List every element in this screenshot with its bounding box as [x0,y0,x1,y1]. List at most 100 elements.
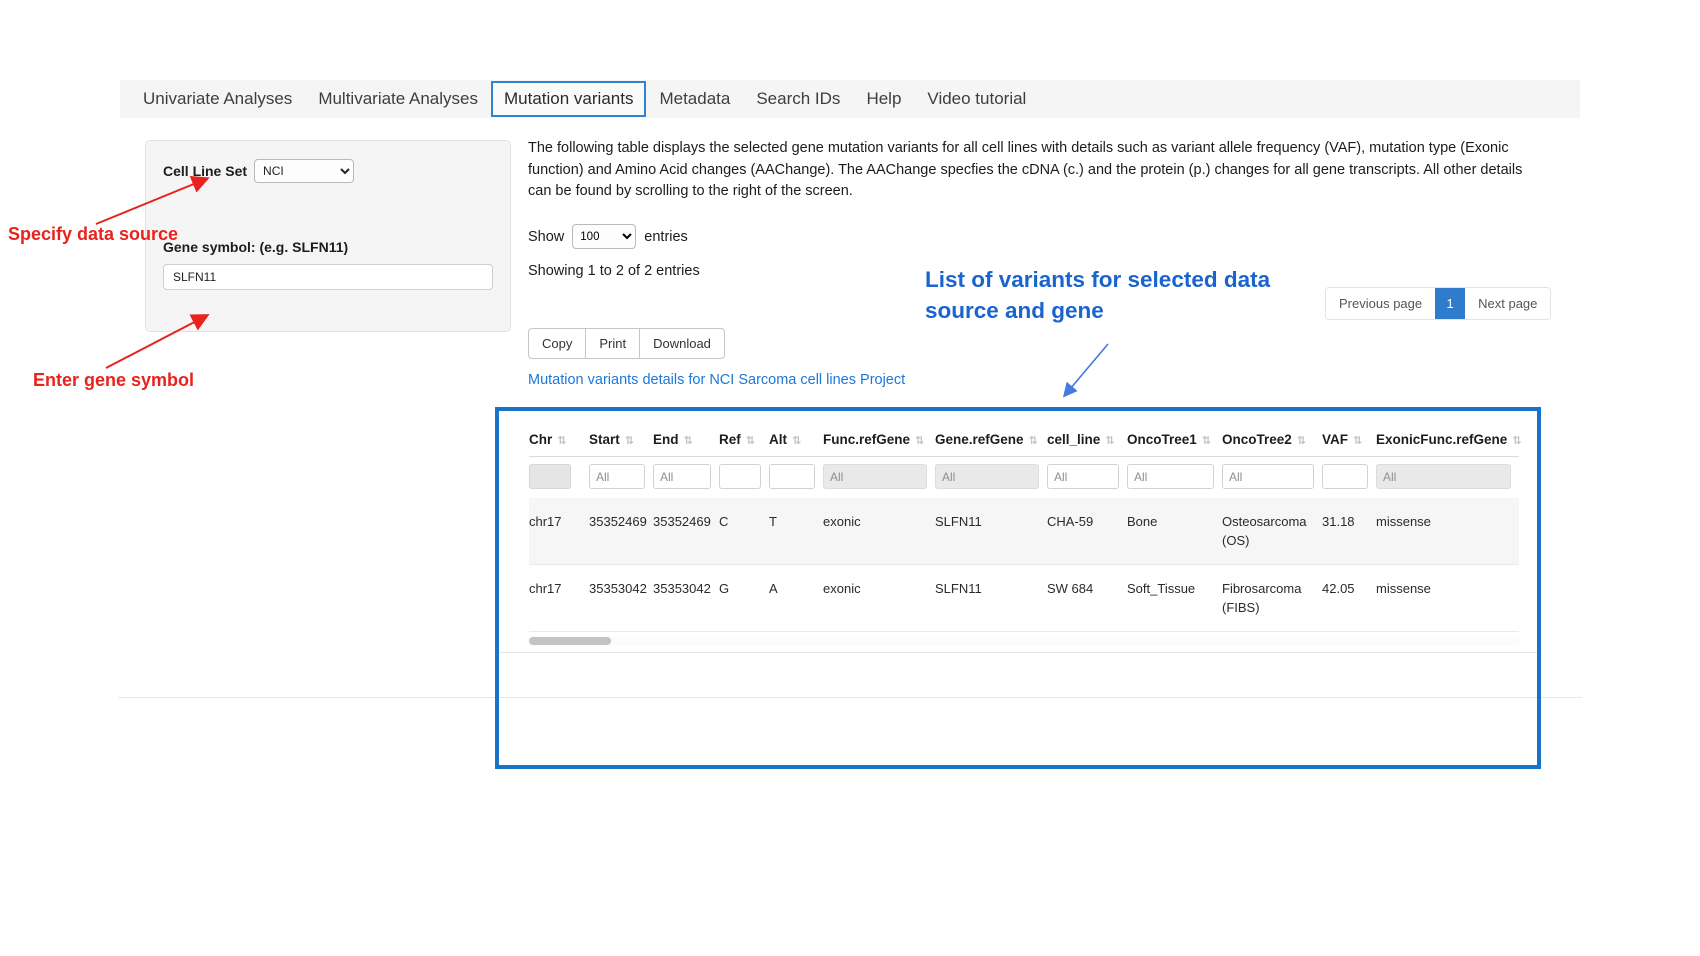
filter-vaf[interactable] [1322,464,1368,489]
tab-mutation-variants[interactable]: Mutation variants [491,81,646,117]
table-row[interactable]: chr173535246935352469CTexonicSLFN11CHA-5… [529,498,1519,565]
previous-page-button[interactable]: Previous page [1326,288,1435,319]
tab-search-ids[interactable]: Search IDs [743,81,853,117]
col-header-ref[interactable]: Ref⇅ [719,423,769,457]
filter-end[interactable] [653,464,711,489]
filter-gene-refgene[interactable] [935,464,1039,489]
cell-end: 35352469 [653,498,719,565]
sort-icon: ⇅ [1029,435,1038,447]
gene-symbol-input[interactable] [163,264,493,290]
sort-icon: ⇅ [625,435,634,447]
cell-ref: G [719,565,769,632]
col-header-start[interactable]: Start ⇅ [589,423,653,457]
cell-oncotree1: Soft_Tissue [1127,565,1222,632]
cell-exonicfunc-refgene: missense [1376,498,1519,565]
entries-label: entries [644,229,688,245]
cell-line-set-select[interactable]: NCI [254,159,354,183]
next-page-button[interactable]: Next page [1465,288,1550,319]
col-label: End [653,432,679,447]
col-label: ExonicFunc.refGene [1376,432,1507,447]
tab-univariate-analyses[interactable]: Univariate Analyses [130,81,305,117]
table-row[interactable]: chr173535304235353042GAexonicSLFN11SW 68… [529,565,1519,632]
cell-alt: T [769,498,823,565]
sort-icon: ⇅ [1353,435,1362,447]
filter-cell [1127,457,1222,499]
copy-button[interactable]: Copy [528,328,586,359]
col-label: Alt [769,432,787,447]
filter-cell [529,457,589,499]
filter-cell [935,457,1047,499]
col-label: Gene.refGene [935,432,1024,447]
col-label: OncoTree1 [1127,432,1197,447]
sort-icon: ⇅ [684,435,693,447]
filter-cell [1047,457,1127,499]
page: Univariate AnalysesMultivariate Analyses… [0,0,1700,956]
sort-icon: ⇅ [1105,435,1114,447]
print-button[interactable]: Print [585,328,640,359]
col-header-func-refgene[interactable]: Func.refGene ⇅ [823,423,935,457]
cell-func-refgene: exonic [823,498,935,565]
filter-oncotree1[interactable] [1127,464,1214,489]
cell-cell-line: CHA-59 [1047,498,1127,565]
cell-cell-line: SW 684 [1047,565,1127,632]
col-header-oncotree1[interactable]: OncoTree1⇅ [1127,423,1222,457]
filter-cell [823,457,935,499]
top-nav: Univariate AnalysesMultivariate Analyses… [120,80,1580,118]
table-title: Mutation variants details for NCI Sarcom… [528,372,905,388]
variants-table-container: Chr⇅Start⇅End⇅Ref⇅Alt⇅Func.refGene⇅Gene.… [495,407,1541,769]
col-label: cell_line [1047,432,1100,447]
filter-cell [719,457,769,499]
col-header-exonicfunc-refgene[interactable]: ExonicFunc.refGene⇅ [1376,423,1519,457]
filter-oncotree2[interactable] [1222,464,1314,489]
filter-cell [769,457,823,499]
cell-func-refgene: exonic [823,565,935,632]
filter-cell [589,457,653,499]
col-label: OncoTree2 [1222,432,1292,447]
cell-end: 35353042 [653,565,719,632]
tab-multivariate-analyses[interactable]: Multivariate Analyses [305,81,491,117]
scrollbar-thumb[interactable] [529,637,611,645]
cell-start: 35352469 [589,498,653,565]
col-header-cell-line[interactable]: cell_line ⇅ [1047,423,1127,457]
col-header-gene-refgene[interactable]: Gene.refGene ⇅ [935,423,1047,457]
filter-ref[interactable] [719,464,761,489]
page-number-button[interactable]: 1 [1435,288,1465,319]
filter-cell-line[interactable] [1047,464,1119,489]
cell-ref: C [719,498,769,565]
filter-cell [1322,457,1376,499]
col-header-end[interactable]: End ⇅ [653,423,719,457]
tab-video-tutorial[interactable]: Video tutorial [914,81,1039,117]
col-label: VAF [1322,432,1348,447]
col-header-alt[interactable]: Alt ⇅ [769,423,823,457]
cell-gene-refgene: SLFN11 [935,565,1047,632]
red-arrow-to-dropdown [88,172,220,230]
col-header-vaf[interactable]: VAF ⇅ [1322,423,1376,457]
query-panel: Cell Line Set NCI Gene symbol: (e.g. SLF… [145,140,511,332]
variants-table: Chr⇅Start⇅End⇅Ref⇅Alt⇅Func.refGene⇅Gene.… [529,423,1519,632]
filter-cell [653,457,719,499]
filter-cell [1222,457,1322,499]
horizontal-scrollbar[interactable] [529,636,1519,646]
filter-exonicfunc-refgene[interactable] [1376,464,1511,489]
filter-alt[interactable] [769,464,815,489]
tab-help[interactable]: Help [853,81,914,117]
col-label: Ref [719,432,741,447]
col-label: Start [589,432,620,447]
table-header-row: Chr⇅Start⇅End⇅Ref⇅Alt⇅Func.refGene⇅Gene.… [529,423,1519,457]
sort-icon: ⇅ [792,435,801,447]
filter-start[interactable] [589,464,645,489]
tab-metadata[interactable]: Metadata [646,81,743,117]
blue-arrow-to-table [1048,338,1122,404]
download-button[interactable]: Download [639,328,725,359]
col-label: Func.refGene [823,432,910,447]
filter-func-refgene[interactable] [823,464,927,489]
cell-exonicfunc-refgene: missense [1376,565,1519,632]
show-label: Show [528,229,564,245]
col-header-chr[interactable]: Chr⇅ [529,423,589,457]
cell-start: 35353042 [589,565,653,632]
page-length-select[interactable]: 100 [572,224,636,249]
table-bottom-divider [499,652,1537,653]
filter-chr[interactable] [529,464,571,489]
sort-icon: ⇅ [915,435,924,447]
col-header-oncotree2[interactable]: OncoTree2⇅ [1222,423,1322,457]
